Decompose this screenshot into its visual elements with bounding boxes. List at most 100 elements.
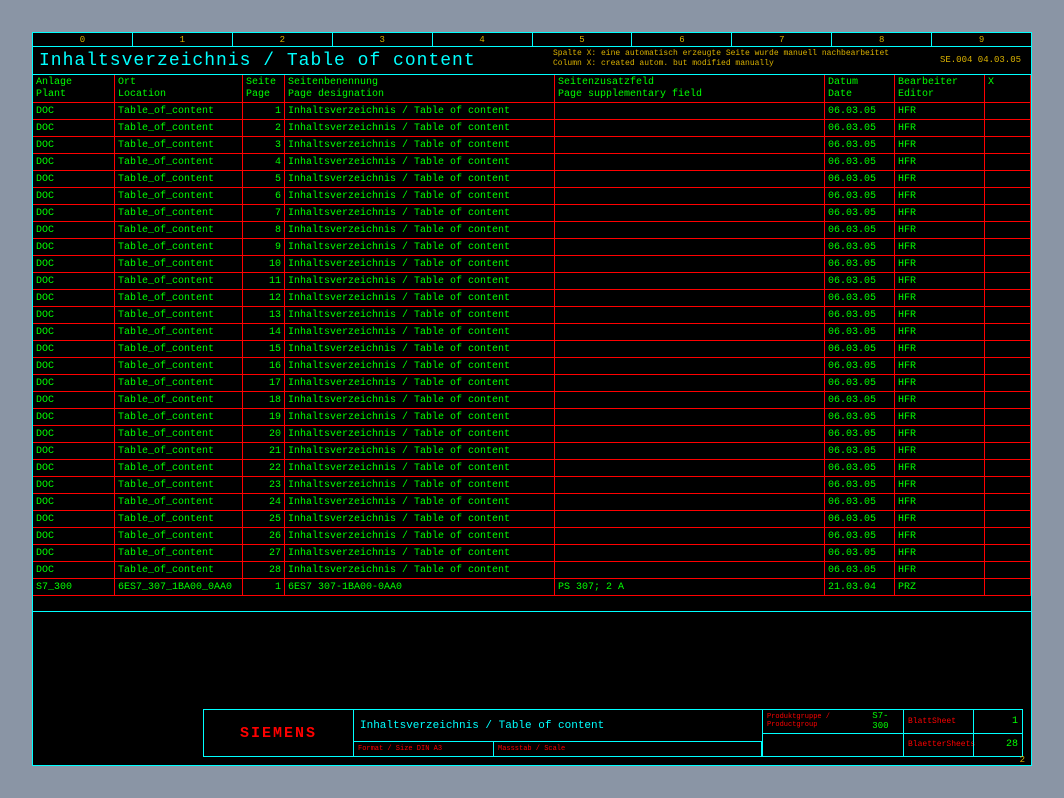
cell-designation: Inhaltsverzeichnis / Table of content <box>285 205 555 221</box>
cell-designation: Inhaltsverzeichnis / Table of content <box>285 375 555 391</box>
cell-designation: Inhaltsverzeichnis / Table of content <box>285 222 555 238</box>
cell-editor: HFR <box>895 324 985 340</box>
top-ruler: 0123456789 <box>33 33 1031 47</box>
cell-page: 1 <box>243 103 285 119</box>
cell-x <box>985 375 1031 391</box>
table-row: DOCTable_of_content24Inhaltsverzeichnis … <box>33 494 1031 511</box>
cell-plant: DOC <box>33 562 115 578</box>
cell-designation: Inhaltsverzeichnis / Table of content <box>285 528 555 544</box>
titleblock-right: Produktgruppe / Productgroup S7-300 Blat… <box>762 710 1022 756</box>
cell-location: Table_of_content <box>115 239 243 255</box>
cell-location: Table_of_content <box>115 324 243 340</box>
drawing-sheet: 0123456789 Inhaltsverzeichnis / Table of… <box>32 32 1032 766</box>
cell-location: Table_of_content <box>115 256 243 272</box>
table-row: DOCTable_of_content19Inhaltsverzeichnis … <box>33 409 1031 426</box>
cell-page: 22 <box>243 460 285 476</box>
cell-location: Table_of_content <box>115 528 243 544</box>
cell-editor: HFR <box>895 239 985 255</box>
table-row: DOCTable_of_content13Inhaltsverzeichnis … <box>33 307 1031 324</box>
ruler-mark: 6 <box>632 33 732 46</box>
note-line-1: Spalte X: eine automatisch erzeugte Seit… <box>553 49 889 59</box>
cell-plant: DOC <box>33 222 115 238</box>
cell-page: 19 <box>243 409 285 425</box>
cell-x <box>985 494 1031 510</box>
cell-x <box>985 307 1031 323</box>
cell-date: 06.03.05 <box>825 460 895 476</box>
cell-supplementary <box>555 222 825 238</box>
cell-editor: HFR <box>895 188 985 204</box>
cell-supplementary <box>555 154 825 170</box>
cell-page: 12 <box>243 290 285 306</box>
cell-date: 06.03.05 <box>825 477 895 493</box>
cell-plant: DOC <box>33 137 115 153</box>
cell-page: 11 <box>243 273 285 289</box>
header-supplementary: SeitenzusatzfeldPage supplementary field <box>555 75 825 102</box>
cell-plant: DOC <box>33 154 115 170</box>
cell-editor: HFR <box>895 256 985 272</box>
cell-designation: Inhaltsverzeichnis / Table of content <box>285 460 555 476</box>
cell-page: 16 <box>243 358 285 374</box>
ruler-mark: 3 <box>333 33 433 46</box>
cell-page: 13 <box>243 307 285 323</box>
cell-supplementary <box>555 443 825 459</box>
cell-date: 06.03.05 <box>825 273 895 289</box>
cell-location: Table_of_content <box>115 477 243 493</box>
content-table: AnlagePlant OrtLocation SeitePage Seiten… <box>33 75 1031 596</box>
cell-plant: DOC <box>33 545 115 561</box>
cell-plant: DOC <box>33 171 115 187</box>
cell-page: 24 <box>243 494 285 510</box>
cell-plant: DOC <box>33 511 115 527</box>
header-x: X <box>985 75 1031 102</box>
sheet-label: BlattSheet <box>903 710 973 733</box>
ruler-mark: 2 <box>233 33 333 46</box>
cell-date: 06.03.05 <box>825 307 895 323</box>
cell-x <box>985 256 1031 272</box>
table-row: DOCTable_of_content7Inhaltsverzeichnis /… <box>33 205 1031 222</box>
cell-location: Table_of_content <box>115 290 243 306</box>
cell-plant: DOC <box>33 494 115 510</box>
cell-supplementary <box>555 256 825 272</box>
cell-page: 26 <box>243 528 285 544</box>
cell-editor: HFR <box>895 222 985 238</box>
table-row: DOCTable_of_content11Inhaltsverzeichnis … <box>33 273 1031 290</box>
cell-page: 8 <box>243 222 285 238</box>
cell-page: 6 <box>243 188 285 204</box>
cell-page: 4 <box>243 154 285 170</box>
cell-location: Table_of_content <box>115 511 243 527</box>
cell-date: 06.03.05 <box>825 188 895 204</box>
header-location: OrtLocation <box>115 75 243 102</box>
cell-designation: Inhaltsverzeichnis / Table of content <box>285 545 555 561</box>
cell-editor: HFR <box>895 103 985 119</box>
cell-location: Table_of_content <box>115 171 243 187</box>
page-title: Inhaltsverzeichnis / Table of content <box>39 51 476 71</box>
cell-date: 06.03.05 <box>825 222 895 238</box>
cell-plant: DOC <box>33 392 115 408</box>
cell-x <box>985 239 1031 255</box>
cell-date: 06.03.05 <box>825 324 895 340</box>
cell-editor: HFR <box>895 290 985 306</box>
cell-plant: DOC <box>33 120 115 136</box>
table-row: DOCTable_of_content17Inhaltsverzeichnis … <box>33 375 1031 392</box>
cell-location: Table_of_content <box>115 545 243 561</box>
cell-editor: HFR <box>895 409 985 425</box>
cell-supplementary <box>555 528 825 544</box>
sheets-value: 28 <box>973 734 1022 757</box>
cell-designation: Inhaltsverzeichnis / Table of content <box>285 103 555 119</box>
cell-plant: DOC <box>33 205 115 221</box>
cell-date: 06.03.05 <box>825 120 895 136</box>
cell-x <box>985 290 1031 306</box>
header-designation: SeitenbenennungPage designation <box>285 75 555 102</box>
cell-location: Table_of_content <box>115 188 243 204</box>
cell-supplementary <box>555 477 825 493</box>
cell-editor: HFR <box>895 375 985 391</box>
cell-x <box>985 188 1031 204</box>
cell-editor: HFR <box>895 477 985 493</box>
cell-page: 27 <box>243 545 285 561</box>
table-row: DOCTable_of_content21Inhaltsverzeichnis … <box>33 443 1031 460</box>
cell-x <box>985 358 1031 374</box>
cell-page: 18 <box>243 392 285 408</box>
cell-designation: Inhaltsverzeichnis / Table of content <box>285 511 555 527</box>
cell-page: 17 <box>243 375 285 391</box>
titleblock-title: Inhaltsverzeichnis / Table of content <box>354 710 762 742</box>
cell-supplementary: PS 307; 2 A <box>555 579 825 595</box>
